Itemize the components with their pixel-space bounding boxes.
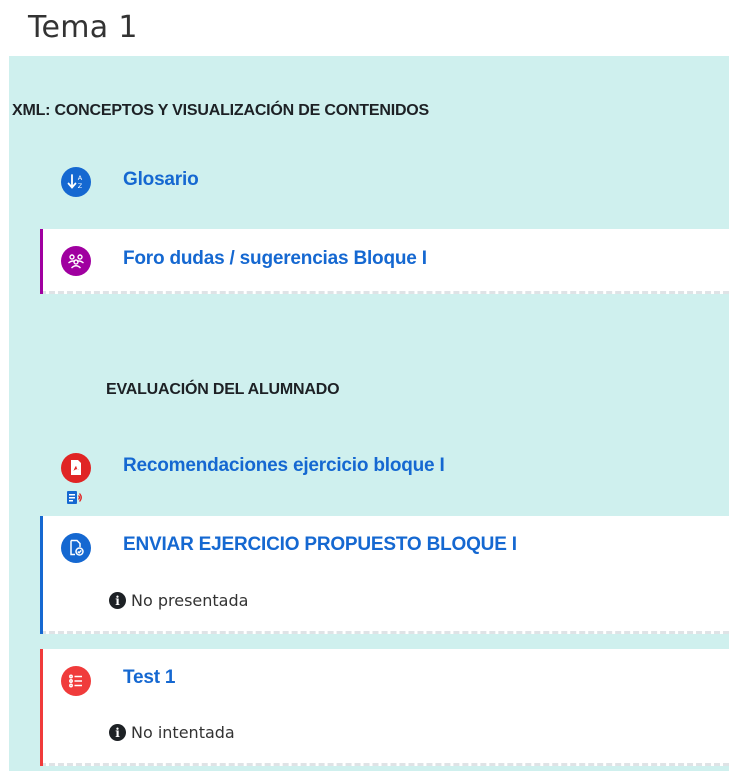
section-title: Tema 1 [28, 10, 138, 45]
activity-quiz: Test 1 i No intentada [40, 649, 729, 766]
assignment-status: i No presentada [109, 591, 248, 610]
forum-icon [61, 246, 91, 276]
glossary-icon: A Z [61, 167, 91, 197]
quiz-status-text: No intentada [131, 723, 235, 742]
section-heading: XML: CONCEPTOS Y VISUALIZACIÓN DE CONTEN… [12, 102, 430, 119]
text-to-speech-icon[interactable] [66, 490, 82, 512]
assignment-link[interactable]: ENVIAR EJERCICIO PROPUESTO BLOQUE I [123, 534, 517, 556]
assignment-accent-bar [40, 516, 43, 634]
quiz-icon [61, 666, 91, 696]
pdf-resource-link[interactable]: Recomendaciones ejercicio bloque I [123, 455, 445, 477]
activity-assignment: ENVIAR EJERCICIO PROPUESTO BLOQUE I i No… [40, 516, 729, 634]
forum-link[interactable]: Foro dudas / sugerencias Bloque I [123, 248, 427, 270]
assignment-icon [61, 533, 91, 563]
quiz-accent-bar [40, 649, 43, 766]
glossary-link[interactable]: Glosario [123, 169, 199, 191]
svg-text:Z: Z [78, 182, 83, 190]
svg-text:A: A [78, 174, 83, 182]
quiz-link[interactable]: Test 1 [123, 667, 176, 689]
course-section: XML: CONCEPTOS Y VISUALIZACIÓN DE CONTEN… [9, 56, 729, 771]
quiz-status: i No intentada [109, 723, 235, 742]
forum-accent-bar [40, 229, 43, 294]
info-icon: i [109, 724, 126, 741]
activity-glossary: A Z Glosario [40, 152, 729, 212]
pdf-icon [61, 453, 91, 483]
activity-forum: Foro dudas / sugerencias Bloque I [40, 229, 729, 294]
info-icon: i [109, 592, 126, 609]
subsection-heading: EVALUACIÓN DEL ALUMNADO [106, 381, 340, 398]
activity-pdf-resource: Recomendaciones ejercicio bloque I [40, 438, 729, 498]
assignment-status-text: No presentada [131, 591, 249, 610]
